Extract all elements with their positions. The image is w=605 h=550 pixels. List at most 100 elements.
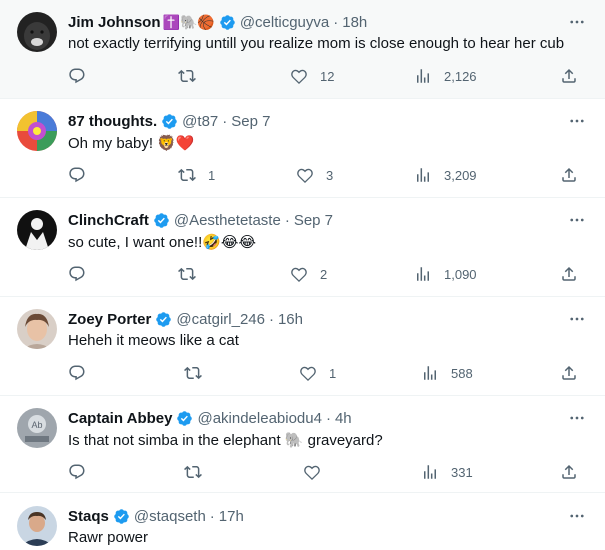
heart-icon [291,267,307,283]
views-icon [417,168,429,182]
avatar[interactable] [17,506,57,546]
retweet-count: 1 [208,167,216,183]
retweet-button[interactable] [178,66,208,86]
tweet[interactable]: ClinchCraft @Aesthetetaste · Sep 7 so cu… [0,198,605,297]
more-icon[interactable] [567,210,587,230]
tweet[interactable]: Staqs @staqseth · 17h Rawr power [0,493,605,550]
timestamp[interactable]: 17h [219,508,244,525]
author-handle[interactable]: @Aesthetetaste [174,212,281,229]
share-button[interactable] [560,165,578,185]
like-button[interactable]: 1 [299,363,336,383]
view-count: 2,126 [444,68,477,84]
author-handle[interactable]: @akindeleabiodu4 [197,410,322,427]
author-handle[interactable]: @celticguyva [240,14,329,31]
like-button[interactable]: 2 [290,264,327,284]
share-button[interactable] [560,462,578,482]
author-name[interactable]: Staqs [68,508,109,525]
reply-icon [69,68,85,84]
share-icon [562,167,576,182]
retweet-icon [184,366,202,380]
reply-button[interactable] [68,264,98,284]
avatar[interactable] [17,309,57,349]
like-button[interactable]: 3 [296,165,333,185]
heart-icon [297,168,313,184]
reply-button[interactable] [68,363,98,383]
more-icon[interactable] [567,309,587,329]
more-icon[interactable] [567,408,587,428]
views-button[interactable]: 588 [421,363,473,383]
like-button[interactable] [303,462,333,482]
avatar[interactable] [17,12,57,52]
reply-button[interactable] [68,165,98,185]
view-count: 331 [451,464,473,480]
timestamp[interactable]: 18h [342,14,367,31]
reply-icon [69,365,85,381]
views-icon [424,366,436,380]
timestamp[interactable]: Sep 7 [231,113,270,130]
verified-badge-icon [113,508,130,525]
retweet-button[interactable] [184,363,214,383]
tweet[interactable]: 87 thoughts. @t87 · Sep 7 Oh my baby! 🦁❤… [0,99,605,198]
views-button[interactable]: 1,090 [414,264,477,284]
verified-badge-icon [176,410,193,427]
retweet-button[interactable] [178,264,208,284]
author-name[interactable]: Jim Johnson [68,14,161,31]
share-button[interactable] [560,264,578,284]
retweet-button[interactable] [184,462,214,482]
share-button[interactable] [560,66,578,86]
views-button[interactable]: 2,126 [414,66,477,86]
timestamp[interactable]: Sep 7 [294,212,333,229]
separator-dot: · [325,409,331,427]
tweet-text: Is that not simba in the elephant 🐘 grav… [68,432,383,449]
separator-dot: · [222,112,228,130]
reply-button[interactable] [68,462,98,482]
tweet-feed: Jim Johnson ✝️🐘🏀 @celticguyva · 18h not … [0,0,605,550]
avatar[interactable] [17,111,57,151]
author-name[interactable]: Zoey Porter [68,311,151,328]
retweet-icon [184,465,202,479]
tweet[interactable]: Ab Captain Abbey @akindeleabiodu4 · 4h I… [0,396,605,493]
views-icon [424,465,436,479]
share-icon [562,266,576,281]
timestamp[interactable]: 4h [335,410,352,427]
reply-button[interactable] [68,66,98,86]
reply-icon [69,167,85,183]
verified-badge-icon [219,14,236,31]
like-count: 2 [320,266,328,282]
views-button[interactable]: 3,209 [414,165,477,185]
verified-badge-icon [161,113,178,130]
timestamp[interactable]: 16h [278,311,303,328]
tweet[interactable]: Zoey Porter @catgirl_246 · 16h Heheh it … [0,297,605,396]
author-handle[interactable]: @staqseth [134,508,206,525]
views-icon [417,69,429,83]
more-icon[interactable] [567,111,587,131]
author-handle[interactable]: @t87 [182,113,218,130]
avatar[interactable]: Ab [17,408,57,448]
retweet-icon [178,69,196,83]
share-icon [562,464,576,479]
retweet-icon [178,168,196,182]
retweet-button[interactable]: 1 [178,165,215,185]
author-name[interactable]: ClinchCraft [68,212,149,229]
verified-badge-icon [155,311,172,328]
tweet[interactable]: Jim Johnson ✝️🐘🏀 @celticguyva · 18h not … [0,0,605,99]
avatar[interactable] [17,210,57,250]
views-button[interactable]: 331 [421,462,473,482]
view-count: 3,209 [444,167,477,183]
reply-icon [69,464,85,480]
tweet-text: Rawr power [68,529,149,546]
reply-icon [69,266,85,282]
author-handle[interactable]: @catgirl_246 [176,311,265,328]
author-name[interactable]: 87 thoughts. [68,113,157,130]
share-button[interactable] [560,363,578,383]
retweet-icon [178,267,196,281]
view-count: 588 [451,365,473,381]
separator-dot: · [284,211,290,229]
more-icon[interactable] [567,12,587,32]
author-name[interactable]: Captain Abbey [68,410,172,427]
tweet-text: Oh my baby! 🦁❤️ [68,135,195,152]
heart-icon [304,465,320,481]
svg-text:Ab: Ab [31,420,42,430]
more-icon[interactable] [567,506,587,526]
like-button[interactable]: 12 [290,66,334,86]
